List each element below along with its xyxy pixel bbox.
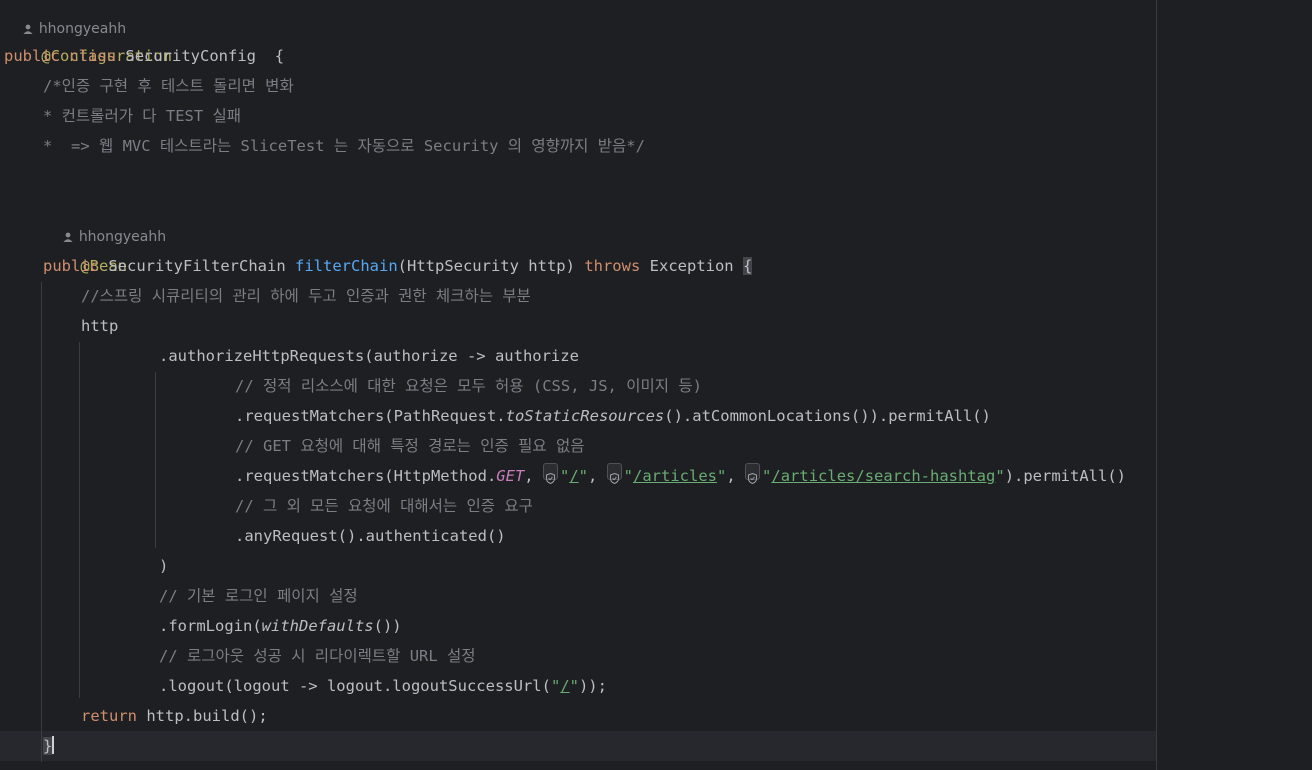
indent-guide [41,282,42,762]
keyword-public: public [4,47,60,65]
path-articles-link[interactable]: /articles [633,467,717,485]
return-type: SecurityFilterChain [108,257,286,275]
code-line-20[interactable]: .formLogin(withDefaults()) [159,611,402,641]
right-margin-guide [1156,0,1157,770]
to-static-resources: toStaticResources [505,407,665,425]
path-root-link[interactable]: / [569,467,578,485]
code-line-14[interactable]: // GET 요청에 대해 특정 경로는 인증 필요 없음 [235,431,584,461]
form-login-suffix: ()) [373,617,402,635]
code-line-1[interactable]: @Configuration [4,11,172,65]
path-search-hashtag-link[interactable]: /articles/search-hashtag [771,467,995,485]
comment: // GET 요청에 대해 특정 경로는 인증 필요 없음 [235,437,585,455]
code-line-21[interactable]: // 로그아웃 성공 시 리다이렉트할 URL 설정 [159,641,476,671]
keyword-throws: throws [584,257,641,275]
code-line-4[interactable]: * 컨트롤러가 다 TEST 실패 [43,101,241,131]
request-matchers-call: .requestMatchers(HttpMethod. [235,467,497,485]
code-line-2[interactable]: public class SecurityConfig { [4,41,284,71]
code-line-13[interactable]: .requestMatchers(PathRequest.toStaticRes… [235,401,991,431]
code-line-19[interactable]: // 기본 로그인 페이지 설정 [159,581,358,611]
comment: // 기본 로그인 페이지 설정 [159,587,358,605]
permit-all-call: ).permitAll() [1004,467,1127,485]
code-line-18[interactable]: ) [159,551,168,581]
code-editor[interactable]: hhongyeahh @Configuration public class S… [0,0,1312,770]
logout-url-link[interactable]: / [560,677,569,695]
any-request-call: .anyRequest().authenticated() [235,527,506,545]
code-line-16[interactable]: // 그 외 모든 요청에 대해서는 인증 요구 [235,491,533,521]
method-params: (HttpSecurity http) [397,257,575,275]
code-line-10[interactable]: http [81,311,118,341]
method-name: filterChain [295,257,398,275]
code-line-7[interactable]: @Bean [43,221,127,275]
code-line-15[interactable]: .requestMatchers(HttpMethod.GET, "/", "/… [235,461,1126,491]
code-line-23[interactable]: return http.build(); [81,701,268,731]
indent-guide [155,372,156,548]
comment: //스프링 시큐리티의 관리 하에 두고 인증과 권한 체크하는 부분 [81,287,531,305]
comment: // 그 외 모든 요청에 대해서는 인증 요구 [235,497,533,515]
shield-icon[interactable] [745,463,761,485]
class-name: SecurityConfig [125,47,257,65]
code-line-12[interactable]: // 정적 리소스에 대한 요청은 모두 허용 (CSS, JS, 이미지 등) [235,371,702,401]
code-line-5[interactable]: * => 웹 MVC 테스트라는 SliceTest 는 자동으로 Securi… [43,131,645,161]
comment: // 정적 리소스에 대한 요청은 모두 허용 (CSS, JS, 이미지 등) [235,377,702,395]
exception-type: Exception [649,257,734,275]
shield-icon[interactable] [542,463,558,485]
shield-icon[interactable] [606,463,622,485]
code-line-24[interactable]: } [43,731,55,761]
doc-comment: * 컨트롤러가 다 TEST 실패 [43,107,242,125]
doc-comment: /*인증 구현 후 테스트 돌리면 변화 [43,77,294,95]
authorize-http-requests-call: .authorizeHttpRequests(authorize -> auth… [159,347,579,365]
code-line-11[interactable]: .authorizeHttpRequests(authorize -> auth… [159,341,579,371]
http-method-get: GET [496,467,525,485]
indent-guide [79,342,80,698]
doc-comment: * => 웹 MVC 테스트라는 SliceTest 는 자동으로 Securi… [43,137,645,155]
class-open-brace: { [274,47,285,65]
author-inlay[interactable]: hhongyeahh [45,192,166,245]
comment: // 로그아웃 성공 시 리다이렉트할 URL 설정 [159,647,476,665]
request-matchers-suffix: ().atCommonLocations()).permitAll() [664,407,991,425]
method-open-brace: { [743,257,753,275]
keyword-class: class [69,47,117,65]
method-close-brace: } [43,737,53,755]
keyword-return: return [81,707,137,725]
text-caret [52,736,55,754]
current-line-highlight [0,731,1156,761]
code-line-17[interactable]: .anyRequest().authenticated() [235,521,506,551]
code-line-9[interactable]: //스프링 시큐리티의 관리 하에 두고 인증과 권한 체크하는 부분 [81,281,531,311]
keyword-public: public [43,257,99,275]
code-line-3[interactable]: /*인증 구현 후 테스트 돌리면 변화 [43,71,294,101]
request-matchers-call: .requestMatchers(PathRequest. [235,407,506,425]
form-login-call: .formLogin( [159,617,262,635]
logout-call: .logout(logout -> logout.logoutSuccessUr… [159,677,551,695]
logout-suffix: )); [578,677,607,695]
close-paren: ) [159,557,169,575]
code-line-22[interactable]: .logout(logout -> logout.logoutSuccessUr… [159,671,607,701]
http-variable: http [81,317,119,335]
code-line-8[interactable]: public SecurityFilterChain filterChain(H… [43,251,753,281]
with-defaults: withDefaults [261,617,374,635]
return-expression: http.build(); [146,707,268,725]
